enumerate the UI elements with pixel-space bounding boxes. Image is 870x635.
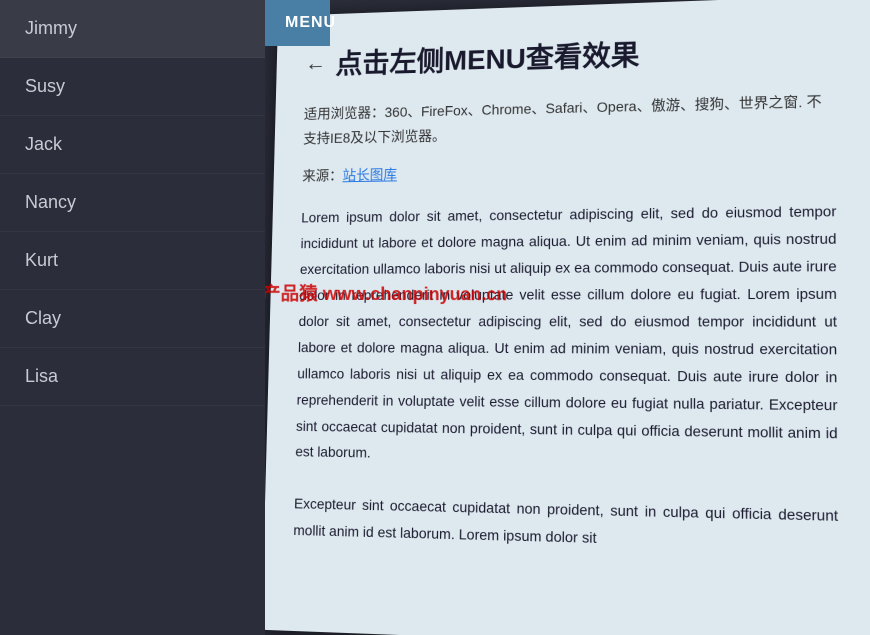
menu-tab: MENU [265,0,870,46]
page-panel[interactable]: ← 点击左侧MENU查看效果 适用浏览器：360、FireFox、Chrome、… [265,0,870,635]
sidebar-item-susy[interactable]: Susy [0,58,265,116]
sidebar-item-nancy[interactable]: Nancy [0,174,265,232]
sidebar-item-kurt[interactable]: Kurt [0,232,265,290]
source-line: 来源：站长图库 [302,157,836,186]
main-content-wrapper: MENU 产品猿 www.chanpinyuan.cn ← 点击左侧MENU查看… [265,0,870,635]
sidebar-items: JimmySusyJackNancyKurtClayLisa [0,0,265,406]
page-subtitle: 适用浏览器：360、FireFox、Chrome、Safari、Opera、傲游… [303,89,836,152]
source-label: 来源： [302,168,343,184]
page-body-1: Lorem ipsum dolor sit amet, consectetur … [295,199,838,476]
sidebar-item-clay[interactable]: Clay [0,290,265,348]
sidebar-item-jimmy[interactable]: Jimmy [0,0,265,58]
page-body-2: Excepteur sint occaecat cupidatat non pr… [293,491,838,559]
sidebar-item-jack[interactable]: Jack [0,116,265,174]
sidebar-item-lisa[interactable]: Lisa [0,348,265,406]
menu-button[interactable]: MENU [265,0,330,46]
source-link[interactable]: 站长图库 [342,167,397,184]
arrow-icon: ← [305,50,327,76]
sidebar: JimmySusyJackNancyKurtClayLisa [0,0,265,635]
